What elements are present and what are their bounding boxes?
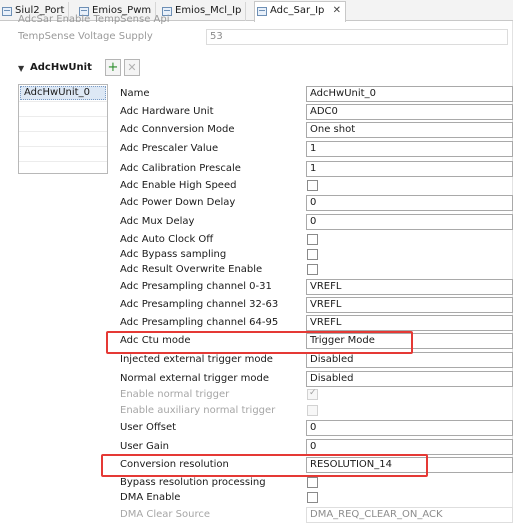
list-item[interactable]: AdcHwUnit_0 <box>20 86 106 100</box>
list-divider <box>19 116 107 117</box>
field-label-conversion-resolution: Conversion resolution <box>120 459 229 470</box>
field-label-adc-connversion-mode: Adc Connversion Mode <box>120 124 235 135</box>
field-label-adc-hardware-unit: Adc Hardware Unit <box>120 106 214 117</box>
checkbox-enable-auxiliary-normal-trigger <box>307 405 318 416</box>
property-label: TempSense Voltage Supply <box>18 31 153 42</box>
collapse-caret-icon[interactable]: ▼ <box>18 64 24 73</box>
field-label-name: Name <box>120 88 150 99</box>
section-title: AdcHwUnit <box>30 62 92 73</box>
field-label-adc-presampling-channel-64-95: Adc Presampling channel 64-95 <box>120 317 279 328</box>
hw-unit-list[interactable]: AdcHwUnit_0 <box>18 84 108 174</box>
input-adc-calibration-prescale[interactable]: 1 <box>306 161 513 177</box>
field-label-injected-external-trigger-mode: Injected external trigger mode <box>120 354 273 365</box>
field-label-adc-enable-high-speed: Adc Enable High Speed <box>120 180 237 191</box>
field-label-normal-external-trigger-mode: Normal external trigger mode <box>120 373 269 384</box>
module-icon <box>2 7 12 16</box>
field-label-dma-enable: DMA Enable <box>120 492 181 503</box>
field-label-enable-normal-trigger: Enable normal trigger <box>120 389 230 400</box>
field-label-adc-presampling-channel-32-63: Adc Presampling channel 32-63 <box>120 299 279 310</box>
field-label-adc-power-down-delay: Adc Power Down Delay <box>120 197 236 208</box>
input-user-gain[interactable]: 0 <box>306 439 513 455</box>
field-label-adc-prescaler-value: Adc Prescaler Value <box>120 143 219 154</box>
field-label-adc-calibration-prescale: Adc Calibration Prescale <box>120 163 241 174</box>
input-user-offset[interactable]: 0 <box>306 420 513 436</box>
tab-emios-mcl-ip[interactable]: Emios_Mcl_Ip <box>160 2 247 21</box>
list-divider <box>19 146 107 147</box>
checkbox-dma-enable[interactable] <box>307 492 318 503</box>
checkbox-adc-auto-clock-off[interactable] <box>307 234 318 245</box>
input-injected-external-trigger-mode[interactable]: Disabled <box>306 352 513 368</box>
field-label-user-offset: User Offset <box>120 422 177 433</box>
module-icon <box>257 7 267 16</box>
add-item-button[interactable]: + <box>105 59 121 76</box>
input-adc-presampling-channel-64-95[interactable]: VREFL <box>306 315 513 331</box>
input-adc-connversion-mode[interactable]: One shot <box>306 122 513 138</box>
field-label-user-gain: User Gain <box>120 441 169 452</box>
remove-item-button[interactable]: ✕ <box>124 59 140 76</box>
field-label-adc-result-overwrite-enable: Adc Result Overwrite Enable <box>120 264 263 275</box>
property-row: TempSense Voltage Supply 53 <box>18 29 508 45</box>
field-label-adc-auto-clock-off: Adc Auto Clock Off <box>120 234 214 245</box>
input-adc-hardware-unit[interactable]: ADC0 <box>306 104 513 120</box>
input-adc-presampling-channel-0-31[interactable]: VREFL <box>306 279 513 295</box>
field-label-adc-mux-delay: Adc Mux Delay <box>120 216 195 227</box>
property-value[interactable]: 53 <box>206 29 508 45</box>
list-divider <box>19 161 107 162</box>
field-label-adc-bypass-sampling: Adc Bypass sampling <box>120 249 227 260</box>
input-normal-external-trigger-mode[interactable]: Disabled <box>306 371 513 387</box>
property-label: AdcSar Enable TempSense Api <box>18 14 170 25</box>
checkbox-adc-bypass-sampling[interactable] <box>307 249 318 260</box>
tab-adc-sar-ip[interactable]: Adc_Sar_Ip ✕ <box>254 1 346 22</box>
checkbox-adc-enable-high-speed[interactable] <box>307 180 318 191</box>
input-conversion-resolution[interactable]: RESOLUTION_14 <box>306 457 513 473</box>
input-name[interactable]: AdcHwUnit_0 <box>306 86 513 102</box>
property-row: AdcSar Enable TempSense Api <box>18 14 170 25</box>
input-adc-mux-delay[interactable]: 0 <box>306 214 513 230</box>
field-label-bypass-resolution-processing: Bypass resolution processing <box>120 477 266 488</box>
field-label-adc-presampling-channel-0-31: Adc Presampling channel 0-31 <box>120 281 272 292</box>
checkbox-enable-normal-trigger <box>307 388 318 400</box>
checkbox-bypass-resolution-processing[interactable] <box>307 477 318 488</box>
tab-label: Adc_Sar_Ip <box>270 5 325 16</box>
input-adc-presampling-channel-32-63[interactable]: VREFL <box>306 297 513 313</box>
checkbox-adc-result-overwrite-enable[interactable] <box>307 264 318 275</box>
list-divider <box>19 101 107 102</box>
input-adc-prescaler-value[interactable]: 1 <box>306 141 513 157</box>
tab-label: Emios_Mcl_Ip <box>175 5 242 16</box>
field-label-adc-ctu-mode: Adc Ctu mode <box>120 335 191 346</box>
field-label-enable-auxiliary-normal-trigger: Enable auxiliary normal trigger <box>120 405 276 416</box>
input-adc-ctu-mode[interactable]: Trigger Mode <box>306 333 513 349</box>
input-dma-clear-source: DMA_REQ_CLEAR_ON_ACK <box>306 507 513 523</box>
list-divider <box>19 131 107 132</box>
close-tab-icon[interactable]: ✕ <box>333 5 341 16</box>
field-label-dma-clear-source: DMA Clear Source <box>120 509 211 520</box>
input-adc-power-down-delay[interactable]: 0 <box>306 195 513 211</box>
